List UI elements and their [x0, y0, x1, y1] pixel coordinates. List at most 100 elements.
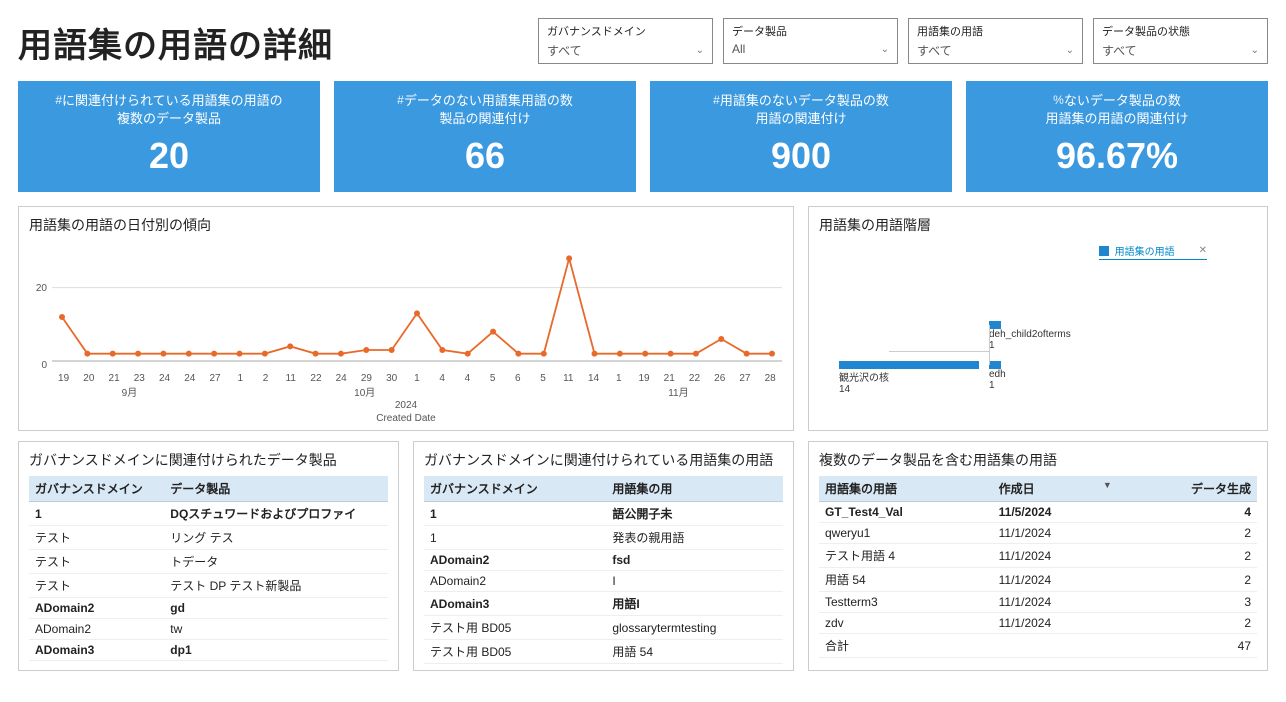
filter-select[interactable]: All⌄ — [732, 42, 889, 56]
table-cell: 11/1/2024 — [993, 592, 1118, 613]
table-row[interactable]: テストテスト DP テスト新製品 — [29, 574, 388, 598]
table-row[interactable]: ADomain2gd — [29, 598, 388, 619]
table-cell: ADomain2 — [424, 550, 606, 571]
table-cell: ADomain2 — [424, 571, 606, 592]
close-icon[interactable]: ✕ — [1199, 245, 1207, 256]
page-title: 用語集の用語の詳細 — [18, 18, 518, 67]
table2-title: ガバナンスドメインに関連付けられている用語集の用語 — [424, 450, 783, 470]
x-axis-label: Created Date — [29, 413, 783, 424]
table-row[interactable]: テスト用語 411/1/20242 — [819, 544, 1257, 568]
table-cell: gd — [164, 598, 388, 619]
filter-2[interactable]: 用語集の用語すべて⌄ — [908, 18, 1083, 64]
table-cell: 2 — [1118, 523, 1257, 544]
column-header[interactable]: ガバナンスドメイン — [424, 476, 606, 502]
table-row[interactable]: テスト用 BD05用語 54 — [424, 640, 783, 664]
chevron-down-icon: ⌄ — [696, 45, 704, 56]
y-axis: 200 — [29, 241, 47, 371]
table-cell: テスト用語 4 — [819, 544, 993, 568]
hierarchy-node[interactable]: deh_child2ofterms1 — [989, 321, 1071, 351]
kpi-value: 900 — [657, 135, 945, 177]
table-cell: 1 — [29, 502, 164, 526]
table-cell: 11/5/2024 — [993, 502, 1118, 523]
filter-1[interactable]: データ製品 All⌄ — [723, 18, 898, 64]
x-axis-year: 2024 — [29, 400, 783, 411]
hierarchy-bar — [989, 321, 1001, 329]
table-cell: 発表の親用語 — [606, 526, 783, 550]
table-cell: 用語 54 — [819, 568, 993, 592]
table-cell: DQスチュワードおよびプロファイ — [164, 502, 388, 526]
table-row[interactable]: テスト用 BD05glossarytermtesting — [424, 616, 783, 640]
table-row[interactable]: qweryu111/1/20242 — [819, 523, 1257, 544]
table-row[interactable]: 用語 5411/1/20242 — [819, 568, 1257, 592]
hierarchy-card: 用語集の用語階層 用語集の用語 ✕ 観光沢の核14deh_child2ofter… — [808, 206, 1268, 431]
table2[interactable]: ガバナンスドメイン用語集の用1語公開子未1発表の親用語ADomain2fsdAD… — [424, 476, 783, 664]
column-header[interactable]: データ製品 — [164, 476, 388, 502]
table-cell: GT_Test4_Val — [819, 502, 993, 523]
kpi-label: #データのない用語集用語の数製品の関連付け — [341, 92, 629, 127]
table-cell: ADomain2 — [29, 598, 164, 619]
table-cell: テスト — [29, 550, 164, 574]
sort-desc-icon[interactable]: ▼ — [1103, 480, 1112, 490]
chevron-down-icon: ⌄ — [1066, 45, 1074, 56]
column-header[interactable]: ガバナンスドメイン — [29, 476, 164, 502]
table-row[interactable]: 1語公開子未 — [424, 502, 783, 526]
table-cell: ADomain3 — [424, 592, 606, 616]
hierarchy-node[interactable]: edh1 — [989, 361, 1006, 391]
table-cell: 2 — [1118, 568, 1257, 592]
column-header[interactable]: 用語集の用 — [606, 476, 783, 502]
chevron-down-icon: ⌄ — [881, 44, 889, 55]
table-row[interactable]: ADomain2fsd — [424, 550, 783, 571]
table-row[interactable]: テストトデータ — [29, 550, 388, 574]
filter-select[interactable]: すべて⌄ — [1102, 42, 1259, 59]
hierarchy-value: 1 — [989, 380, 1006, 391]
table-row[interactable]: ADomain2I — [424, 571, 783, 592]
table-cell: 1 — [424, 526, 606, 550]
kpi-card-0: #に関連付けられている用語集の用語の複数のデータ製品20 — [18, 81, 320, 192]
filter-label: ガバナンスドメイン — [547, 25, 704, 39]
filter-3[interactable]: データ製品の状態すべて⌄ — [1093, 18, 1268, 64]
column-header[interactable]: 作成日▼ — [993, 476, 1118, 502]
table-cell: glossarytermtesting — [606, 616, 783, 640]
kpi-row: #に関連付けられている用語集の用語の複数のデータ製品20 #データのない用語集用語… — [18, 81, 1268, 192]
hierarchy-value: 1 — [989, 340, 1071, 351]
legend-label: 用語集の用語 — [1115, 243, 1175, 258]
column-header[interactable]: データ生成 — [1118, 476, 1257, 502]
hierarchy-bar — [839, 361, 979, 369]
kpi-value: 66 — [341, 135, 629, 177]
column-header[interactable]: 用語集の用語 — [819, 476, 993, 502]
table-cell: 1 — [424, 502, 606, 526]
table-cell: 11/1/2024 — [993, 523, 1118, 544]
filter-select[interactable]: すべて⌄ — [547, 42, 704, 59]
hierarchy-legend[interactable]: 用語集の用語 ✕ — [1099, 243, 1207, 260]
table-row[interactable]: ADomain3用語I — [424, 592, 783, 616]
table-cell: テスト — [29, 574, 164, 598]
x-axis-days: 1920212324242712112224293014456511141192… — [51, 373, 783, 384]
table-cell: テスト — [29, 526, 164, 550]
table-row[interactable]: 1発表の親用語 — [424, 526, 783, 550]
table-row[interactable]: Testterm311/1/20243 — [819, 592, 1257, 613]
table3-title: 複数のデータ製品を含む用語集の用語 — [819, 450, 1257, 470]
table-row[interactable]: GT_Test4_Val11/5/20244 — [819, 502, 1257, 523]
table-cell: zdv — [819, 613, 993, 634]
trend-title: 用語集の用語の日付別の傾向 — [29, 215, 783, 235]
table-row[interactable]: ADomain3dp1 — [29, 640, 388, 661]
line-chart — [51, 241, 783, 371]
filter-label: 用語集の用語 — [917, 25, 1074, 39]
filter-label: データ製品の状態 — [1102, 25, 1259, 39]
hierarchy-node[interactable]: 観光沢の核14 — [839, 361, 979, 395]
table-cell: 11/1/2024 — [993, 613, 1118, 634]
table-cell: テスト DP テスト新製品 — [164, 574, 388, 598]
filter-select[interactable]: すべて⌄ — [917, 42, 1074, 59]
table3[interactable]: 用語集の用語作成日▼データ生成GT_Test4_Val11/5/20244qwe… — [819, 476, 1257, 658]
table-row[interactable]: 1DQスチュワードおよびプロファイ — [29, 502, 388, 526]
kpi-label: #に関連付けられている用語集の用語の複数のデータ製品 — [25, 92, 313, 127]
table1[interactable]: ガバナンスドメインデータ製品1DQスチュワードおよびプロファイテストリング テス… — [29, 476, 388, 661]
filter-0[interactable]: ガバナンスドメインすべて⌄ — [538, 18, 713, 64]
table-row[interactable]: zdv11/1/20242 — [819, 613, 1257, 634]
filter-label: データ製品 — [732, 25, 889, 39]
table-row[interactable]: ADomain2tw — [29, 619, 388, 640]
table-row[interactable]: テストリング テス — [29, 526, 388, 550]
hierarchy-label: 観光沢の核 — [839, 369, 979, 384]
table-cell: トデータ — [164, 550, 388, 574]
table-cell: Testterm3 — [819, 592, 993, 613]
